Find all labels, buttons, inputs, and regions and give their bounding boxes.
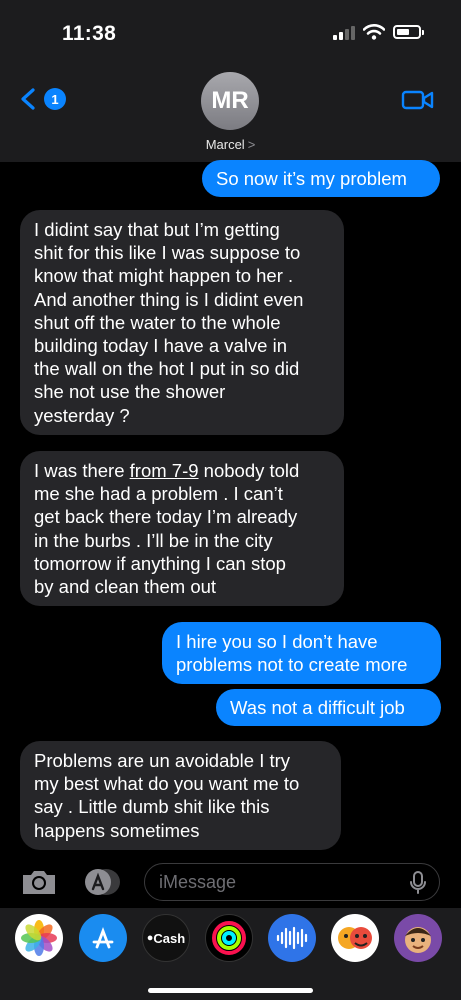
chevron-left-icon: [21, 88, 35, 110]
apple-logo-icon: ●: [146, 932, 154, 944]
message-line: building today I have a valve in: [34, 335, 288, 357]
message-text: I was there: [34, 460, 130, 481]
home-indicator[interactable]: [148, 988, 313, 993]
unread-badge: 1: [44, 88, 66, 110]
memoji-app-icon[interactable]: [394, 914, 442, 962]
app-store-a-icon: [92, 927, 114, 949]
message-line: I was there from 7-9 nobody told: [34, 459, 330, 482]
cellular-signal-icon: [333, 24, 355, 40]
message-line: know that might happen to her .: [34, 265, 294, 287]
message-line: shit for this like I was suppose to: [34, 242, 301, 264]
message-line: shut off the water to the whole: [34, 311, 281, 333]
sent-message[interactable]: So now it’s my problem: [202, 160, 440, 198]
message-line: Problems are un avoidable I try: [34, 750, 291, 771]
message-line: she not use the shower: [34, 381, 226, 403]
received-message[interactable]: Problems are un avoidable I try my best …: [20, 741, 341, 850]
message-text: nobody told: [198, 460, 300, 481]
message-line: happens sometimes: [34, 819, 200, 841]
message-line: tomorrow if anything I can stop: [34, 552, 286, 574]
message-line: me she had a problem . I can’t: [34, 483, 283, 505]
message-line: yesterday ?: [34, 404, 130, 426]
emoji-stickers-icon: [338, 927, 372, 949]
waveform-icon: [276, 926, 308, 950]
received-message[interactable]: I was there from 7-9 nobody told me she …: [20, 451, 344, 607]
cash-label: Cash: [153, 930, 186, 946]
activity-app-icon[interactable]: [205, 914, 253, 962]
message-line: my best what do you want me to: [34, 773, 300, 795]
battery-icon: [393, 25, 424, 39]
time-link[interactable]: from 7-9: [130, 460, 199, 481]
status-time: 11:38: [62, 22, 117, 45]
wifi-icon: [363, 24, 385, 40]
message-line: And another thing is I didint even: [34, 288, 304, 310]
imessage-input[interactable]: iMessage: [144, 863, 440, 901]
photos-app-icon[interactable]: [15, 914, 63, 962]
contact-name-button[interactable]: Marcel >: [0, 137, 461, 152]
audio-message-app-icon[interactable]: [268, 914, 316, 962]
message-line: get back there today I’m already: [34, 506, 298, 528]
app-store-icon[interactable]: [80, 867, 122, 897]
video-call-icon[interactable]: [401, 88, 435, 112]
message-line: the wall on the hot I put in so did: [34, 358, 300, 380]
sent-message[interactable]: I hire you so I don’t have problems not …: [162, 622, 441, 685]
app-drawer: ● Cash: [0, 908, 461, 1000]
message-text: So now it’s my problem: [216, 168, 407, 189]
message-line: by and clean them out: [34, 576, 217, 598]
message-line: I hire you so I don’t have: [176, 631, 378, 652]
photos-icon: [21, 920, 57, 956]
activity-rings-icon: [212, 921, 246, 955]
conversation-header: 11:38 1 MR Marcel >: [0, 0, 461, 162]
message-line: in the burbs . I’ll be in the city: [34, 529, 273, 551]
status-icons: [333, 24, 424, 40]
memoji-stickers-app-icon[interactable]: [331, 914, 379, 962]
message-composer: iMessage: [0, 858, 461, 906]
memoji-face-icon: [405, 927, 431, 953]
microphone-icon[interactable]: [409, 871, 427, 895]
app-store-app-icon[interactable]: [79, 914, 127, 962]
chevron-right-icon: >: [247, 137, 256, 152]
apple-cash-app-icon[interactable]: ● Cash: [142, 914, 190, 962]
contact-avatar[interactable]: MR: [201, 72, 259, 130]
message-line: problems not to create more: [176, 654, 408, 676]
contact-name: Marcel: [205, 137, 245, 152]
camera-icon[interactable]: [20, 868, 58, 896]
message-line: I didint say that but I’m getting: [34, 219, 280, 240]
sent-message[interactable]: Was not a difficult job: [216, 689, 441, 727]
message-line: say . Little dumb shit like this: [34, 796, 270, 818]
input-placeholder: iMessage: [159, 872, 237, 892]
back-button[interactable]: 1: [18, 88, 66, 110]
message-text: Was not a difficult job: [230, 697, 405, 718]
received-message[interactable]: I didint say that but I’m getting shit f…: [20, 210, 344, 435]
